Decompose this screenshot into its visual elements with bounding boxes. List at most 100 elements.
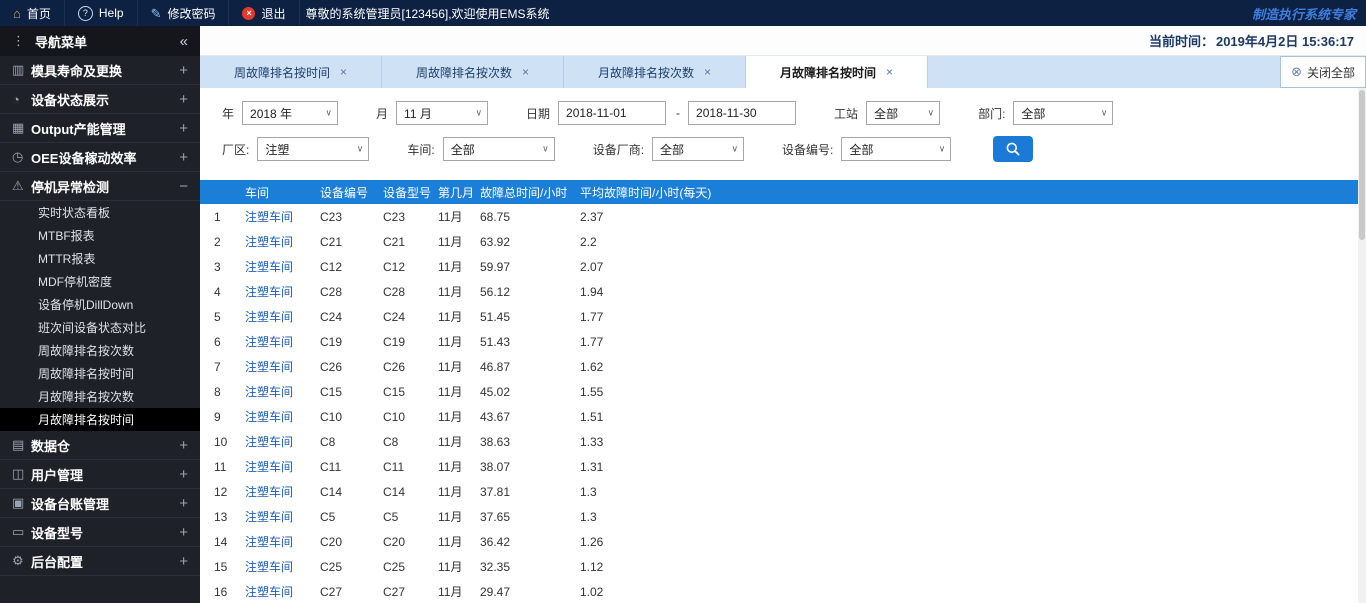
sidebar-item[interactable]: 设备停机DillDown [0,293,200,316]
sidebar-group[interactable]: ◷ OEE设备稼动效率 + [0,143,200,172]
cell-index: 9 [214,409,221,424]
sidebar-item[interactable]: 周故障排名按次数 [0,339,200,362]
expand-icon[interactable]: + [179,466,188,483]
sidebar-group[interactable]: ⚙ 后台配置 + [0,547,200,576]
tab-close-icon[interactable]: × [704,65,711,79]
close-all-button[interactable]: ⊗ 关闭全部 [1280,56,1366,88]
chevron-down-icon: ∨ [325,107,333,118]
cell-workshop: 注塑车间 [245,560,294,574]
expand-icon[interactable]: + [179,495,188,512]
cell-index: 10 [214,434,228,449]
cell-device-model: C11 [383,459,405,474]
vertical-scrollbar[interactable] [1358,88,1366,603]
sidebar-item[interactable]: 实时状态看板 [0,201,200,224]
tab-item[interactable]: 月故障排名按次数 × [564,56,746,88]
filter-device-no-select[interactable]: 全部 ∨ [841,137,952,161]
topbar-home-button[interactable]: ⌂ 首页 [0,0,65,26]
cell-device-no: C19 [320,334,343,349]
filter-date-end-input[interactable]: 2018-11-30 [688,101,797,125]
sidebar-group[interactable]: ▤ 数据仓 + [0,431,200,460]
cell-month: 11月 [438,335,463,349]
cell-total-hours: 32.35 [480,559,511,574]
sidebar-group-label: 数据仓 [31,438,71,454]
cell-avg-hours: 2.2 [580,234,597,249]
filter-label-device-no: 设备编号: [782,142,834,157]
filter-label-workshop: 车间: [407,142,435,157]
sidebar-item[interactable]: 班次间设备状态对比 [0,316,200,339]
welcome-text: 尊敬的系统管理员[123456],欢迎使用EMS系统 [305,6,550,21]
sidebar-group[interactable]: ▦ Output产能管理 + [0,114,200,143]
nav-header: ⋮ 导航菜单 « [0,26,200,56]
cell-device-model: C26 [383,359,406,374]
help-icon: ? [77,5,93,21]
table-row: 9 注塑车间 C10 C10 11月 43.67 1.51 [200,404,1366,429]
expand-icon[interactable]: + [179,91,188,108]
cell-device-no: C25 [320,559,343,574]
search-button[interactable] [993,136,1034,162]
sidebar-item[interactable]: MDF停机密度 [0,270,200,293]
filter-department-select[interactable]: 全部 ∨ [1013,101,1114,125]
filter-plant-select[interactable]: 注塑 ∨ [257,137,370,161]
sidebar-group[interactable]: ⚠ 停机异常检测 − [0,172,200,201]
cell-device-model: C8 [383,434,399,449]
filter-workshop-select[interactable]: 全部 ∨ [442,137,555,161]
topbar-change-password-button[interactable]: ✎ 修改密码 [138,0,230,26]
chevron-down-icon: ∨ [927,107,935,118]
cell-avg-hours: 2.07 [580,259,604,274]
brand-text: 制造执行系统专家 [1251,6,1356,22]
cell-workshop: 注塑车间 [245,385,294,399]
filter-field-date-start: 日期 2018-11-01 [526,101,667,125]
sidebar-collapse-icon[interactable]: « [180,33,188,50]
filter-month-select[interactable]: 11 月 ∨ [396,101,489,125]
sidebar-item[interactable]: 周故障排名按时间 [0,362,200,385]
filter-station-select[interactable]: 全部 ∨ [866,101,941,125]
cell-device-no: C11 [320,459,342,474]
cell-index: 4 [214,284,221,299]
current-time-label: 当前时间： [1148,34,1214,49]
filter-year-select[interactable]: 2018 年 ∨ [242,101,339,125]
sidebar-group[interactable]: ▥ 模具寿命及更换 + [0,56,200,85]
tab-item[interactable]: 周故障排名按时间 × [200,56,382,88]
filter-panel: 年 2018 年 ∨ 月 11 月 ∨ 日期 2018-11-01-2018-11-30 工站全… [200,88,1366,162]
cell-device-no: C12 [320,259,343,274]
cell-device-no: C20 [320,534,343,549]
tab-close-icon[interactable]: × [522,65,529,79]
expand-icon[interactable]: + [179,149,188,166]
cell-device-no: C24 [320,309,343,324]
cell-index: 1 [214,209,221,224]
cell-index: 13 [214,509,228,524]
sidebar-item[interactable]: MTTR报表 [0,247,200,270]
cell-month: 11月 [438,260,463,274]
sidebar-group[interactable]: ▭ 设备型号 + [0,518,200,547]
tab-active[interactable]: 月故障排名按时间 × [746,56,928,88]
cell-workshop: 注塑车间 [245,360,294,374]
expand-icon[interactable]: + [179,553,188,570]
sidebar-item[interactable]: MTBF报表 [0,224,200,247]
sidebar-group-label: OEE设备稼动效率 [31,150,137,166]
sidebar-item[interactable]: 月故障排名按时间 [0,408,200,431]
sidebar-group[interactable]: ▣ 设备台账管理 + [0,489,200,518]
cell-avg-hours: 1.55 [580,384,604,399]
topbar-logout-button[interactable]: × 退出 [229,0,300,26]
collapse-icon[interactable]: − [179,178,188,195]
filter-vendor-select[interactable]: 全部 ∨ [652,137,745,161]
scrollbar-thumb[interactable] [1359,90,1365,240]
pencil-icon: ✎ [150,5,162,21]
expand-icon[interactable]: + [179,62,188,79]
chevron-down-icon: ∨ [356,143,364,154]
sidebar-group[interactable]: ◔ 设备状态展示 + [0,85,200,114]
sidebar-item[interactable]: 月故障排名按次数 [0,385,200,408]
expand-icon[interactable]: + [179,524,188,541]
tab-item[interactable]: 周故障排名按次数 × [382,56,564,88]
expand-icon[interactable]: + [179,120,188,137]
cell-avg-hours: 1.26 [580,534,604,549]
sidebar-group[interactable]: ◫ 用户管理 + [0,460,200,489]
filter-date-start-input[interactable]: 2018-11-01 [558,101,667,125]
tab-close-icon[interactable]: × [340,65,347,79]
sidebar-group-label: 停机异常检测 [31,179,110,195]
topbar-help-button[interactable]: ? Help [65,0,138,26]
tab-close-icon[interactable]: × [886,65,893,79]
table-row: 16 注塑车间 C27 C27 11月 29.47 1.02 [200,579,1366,603]
chevron-down-icon: ∨ [475,107,483,118]
expand-icon[interactable]: + [179,437,188,454]
